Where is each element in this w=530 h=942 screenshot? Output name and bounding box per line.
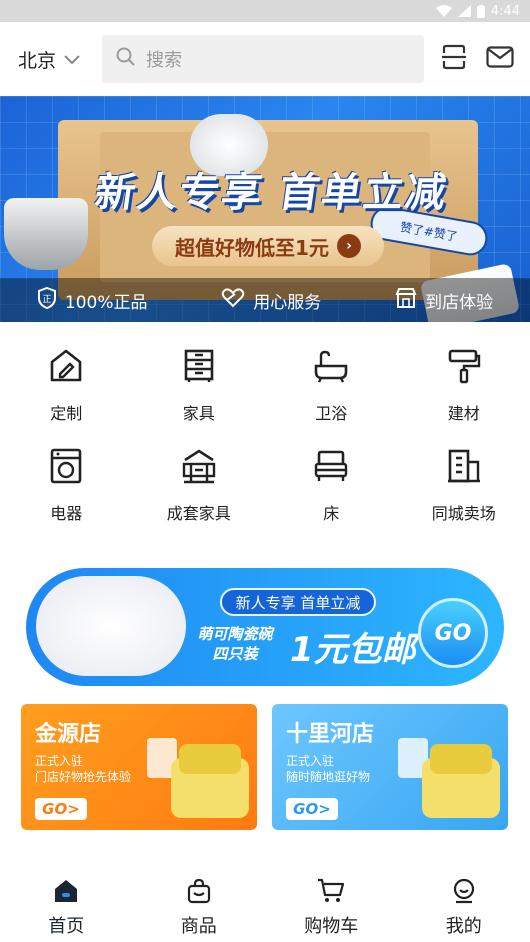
trust-item-service: 用心服务: [221, 287, 322, 313]
category-label: 建材: [447, 404, 480, 423]
promo-headline: 1元包邮: [290, 630, 416, 670]
search-placeholder: 搜索: [146, 50, 182, 71]
tab-home[interactable]: 首页: [0, 868, 133, 942]
store-card-jinyuan[interactable]: 金源店 正式入驻 门店好物抢先体验 GO>: [21, 704, 257, 830]
trust-bar: 正 100%正品 用心服务 到店体验: [0, 278, 530, 322]
svg-text:正: 正: [42, 295, 51, 305]
bed-icon: [313, 448, 349, 488]
signal-icon: [457, 5, 471, 17]
banner-subtitle-pill: 超值好物低至1元 ›: [152, 226, 384, 266]
category-appliances[interactable]: 电器: [0, 440, 133, 540]
trust-label: 100%正品: [64, 292, 148, 313]
tab-label: 我的: [445, 916, 482, 937]
scan-icon[interactable]: [442, 44, 466, 74]
bathtub-icon: [313, 348, 349, 388]
washing-machine-icon: [48, 448, 84, 488]
store-line2: 随时随地逛好物: [286, 770, 371, 784]
mail-icon[interactable]: [486, 46, 514, 72]
store-name: 十里河店: [286, 722, 375, 747]
chevron-down-icon: [64, 48, 80, 70]
category-label: 卫浴: [315, 404, 348, 423]
category-label: 同城卖场: [431, 504, 496, 523]
store-go-button[interactable]: GO>: [286, 798, 338, 820]
top-bar: 北京 搜索: [0, 22, 530, 96]
promo-go-button[interactable]: GO: [418, 598, 488, 668]
store-line2: 门店好物抢先体验: [35, 770, 132, 784]
store-card-shilihe[interactable]: 十里河店 正式入驻 随时随地逛好物 GO>: [272, 704, 508, 830]
category-label: 定制: [50, 404, 83, 423]
store-sofa-image: [171, 744, 249, 818]
wifi-icon: [435, 5, 452, 17]
category-beds[interactable]: 床: [265, 440, 398, 540]
chevron-right-icon: ›: [336, 234, 361, 258]
trust-item-genuine: 正 100%正品: [37, 286, 148, 314]
tab-cart[interactable]: 购物车: [265, 868, 398, 942]
paint-roller-icon: [446, 348, 482, 388]
city-label: 北京: [18, 49, 57, 72]
custom-house-icon: [48, 348, 84, 388]
store-go-button[interactable]: GO>: [35, 798, 87, 820]
home-icon: [53, 878, 79, 908]
category-label: 成套家具: [166, 504, 231, 523]
promo-product: 萌可陶瓷碗 四只装: [180, 624, 290, 664]
store-icon: [395, 287, 417, 313]
battery-icon: [476, 4, 485, 18]
category-bathroom[interactable]: 卫浴: [265, 340, 398, 440]
promo-tag: 新人专享 首单立减: [220, 588, 376, 616]
search-input[interactable]: 搜索: [102, 35, 424, 83]
furniture-set-icon: [181, 448, 217, 488]
category-furniture[interactable]: 家具: [133, 340, 266, 440]
category-label: 电器: [50, 504, 83, 523]
category-building-materials[interactable]: 建材: [398, 340, 530, 440]
promo-line2: 四只装: [212, 645, 258, 663]
tab-mine[interactable]: 我的: [398, 868, 530, 942]
heart-hand-icon: [221, 287, 245, 313]
category-custom[interactable]: 定制: [0, 340, 133, 440]
store-line1: 正式入驻: [286, 754, 335, 768]
category-label: 家具: [182, 404, 215, 423]
status-bar: 4:44: [0, 0, 530, 22]
promo-banner[interactable]: 新人专享 首单立减 萌可陶瓷碗 四只装 1元包邮 GO: [26, 568, 504, 686]
city-selector[interactable]: 北京: [18, 46, 102, 73]
trust-label: 到店体验: [425, 292, 494, 313]
bottom-tab-bar: 首页 商品 购物车 我的: [0, 868, 530, 942]
trust-label: 用心服务: [253, 292, 322, 313]
cart-icon: [317, 878, 345, 908]
tab-products[interactable]: 商品: [133, 868, 266, 942]
user-icon: [451, 878, 477, 908]
store-sofa-image: [422, 744, 500, 818]
shopping-bag-icon: [186, 878, 212, 908]
category-label: 床: [323, 504, 340, 523]
category-grid: 定制 家具 卫浴 建材 电器 成套家具 床 同城卖场: [0, 340, 530, 540]
trust-item-store: 到店体验: [395, 287, 494, 313]
store-name: 金源店: [35, 722, 102, 747]
shield-icon: 正: [37, 286, 57, 314]
banner-title: 新人专享 首单立减: [92, 170, 451, 216]
tab-label: 首页: [48, 916, 85, 937]
tab-label: 商品: [180, 916, 217, 937]
search-icon: [116, 47, 136, 72]
tab-label: 购物车: [304, 916, 359, 937]
hero-banner[interactable]: 赞了#赞了 新人专享 首单立减 超值好物低至1元 › 正 100%正品 用心服务…: [0, 96, 530, 322]
promo-line1: 萌可陶瓷碗: [197, 625, 273, 643]
category-local-mall[interactable]: 同城卖场: [398, 440, 530, 540]
banner-subtitle: 超值好物低至1元: [175, 235, 329, 260]
cabinet-icon: [181, 348, 217, 388]
promo-bowl-image: [36, 576, 186, 676]
store-line1: 正式入驻: [35, 754, 84, 768]
status-time: 4:44: [490, 3, 520, 19]
category-furniture-sets[interactable]: 成套家具: [133, 440, 266, 540]
building-icon: [446, 448, 482, 488]
